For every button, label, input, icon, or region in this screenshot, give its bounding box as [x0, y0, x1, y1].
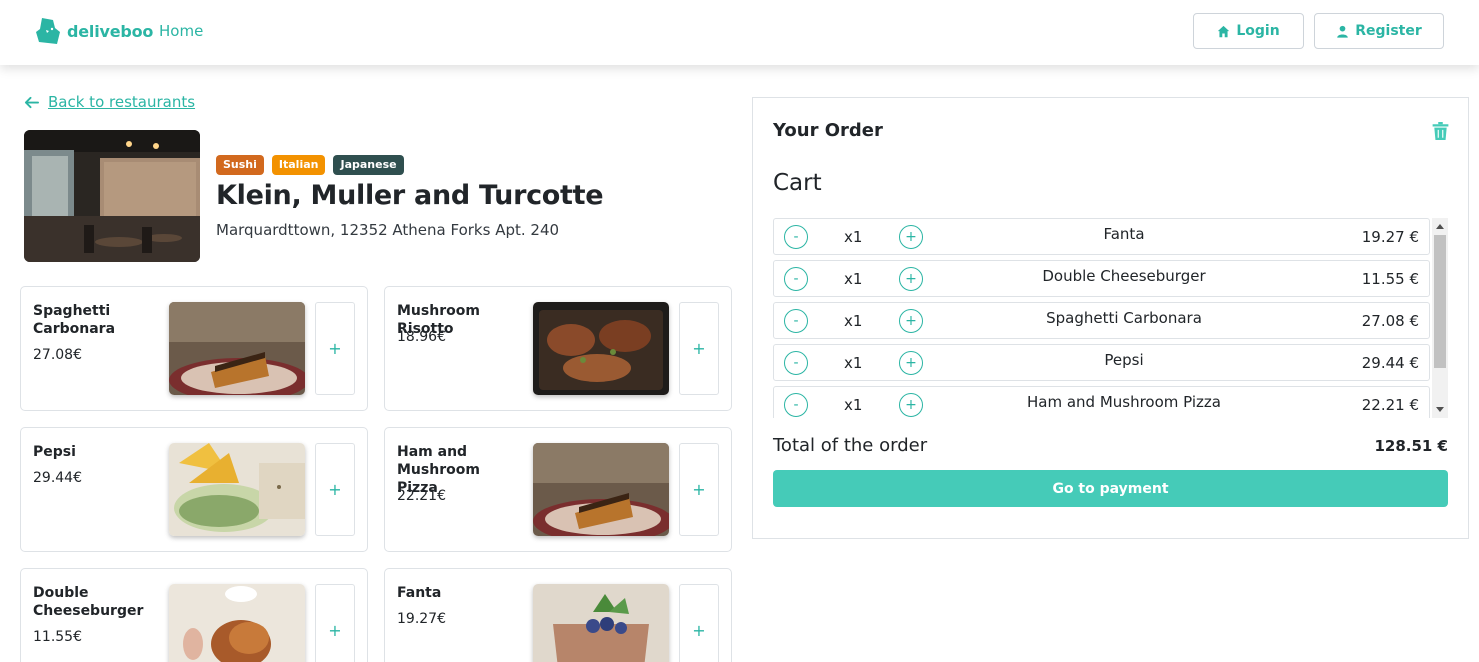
menu-item-price: 19.27€	[397, 611, 446, 627]
item-quantity: x1	[844, 354, 863, 372]
menu-item-name: Fanta	[397, 585, 442, 601]
cart-item-price: 27.08 €	[1361, 312, 1419, 330]
menu-item-photo	[169, 443, 305, 536]
go-to-payment-button[interactable]: Go to payment	[773, 470, 1448, 507]
kangaroo-logo-icon	[36, 18, 60, 44]
menu-item-price: 27.08€	[33, 347, 82, 363]
back-link-label: Back to restaurants	[48, 93, 196, 111]
restaurant-photo	[24, 130, 200, 262]
back-to-restaurants-link[interactable]: Back to restaurants	[24, 93, 195, 111]
top-navbar: deliveboo Home Login Register	[0, 0, 1479, 65]
menu-item-price: 29.44€	[33, 470, 82, 486]
order-total-label: Total of the order	[773, 435, 928, 456]
trash-icon[interactable]	[1432, 122, 1449, 140]
cart-item-price: 11.55 €	[1361, 270, 1419, 288]
cart-item-price: 22.21 €	[1361, 396, 1419, 414]
cart-item: - x1 + Spaghetti Carbonara 27.08 €	[773, 302, 1430, 339]
add-to-cart-button[interactable]: +	[679, 443, 719, 536]
menu-item-name: Spaghetti Carbonara	[33, 303, 116, 337]
cart-item: - x1 + Ham and Mushroom Pizza 22.21 €	[773, 386, 1430, 418]
scrollbar-thumb[interactable]	[1434, 235, 1446, 368]
menu-item-photo	[533, 584, 669, 662]
decrease-quantity-button[interactable]: -	[784, 351, 808, 375]
item-quantity: x1	[844, 396, 863, 414]
register-button[interactable]: Register	[1314, 13, 1444, 49]
cart-item-name: Double Cheeseburger	[1042, 267, 1206, 285]
add-to-cart-button[interactable]: +	[315, 302, 355, 395]
restaurant-name: Klein, Muller and Turcotte	[216, 180, 604, 211]
menu-item-photo	[169, 584, 305, 662]
order-title: Your Order	[773, 120, 883, 141]
decrease-quantity-button[interactable]: -	[784, 393, 808, 417]
increase-quantity-button[interactable]: +	[899, 393, 923, 417]
increase-quantity-button[interactable]: +	[899, 309, 923, 333]
cart-item-name: Pepsi	[1104, 351, 1144, 369]
menu-item-card: Mushroom Risotto 18.96€ +	[384, 286, 732, 411]
menu-item-name: Pepsi	[33, 444, 76, 460]
cart-item-price: 29.44 €	[1361, 354, 1419, 372]
item-quantity: x1	[844, 228, 863, 246]
register-label: Register	[1355, 23, 1422, 39]
item-quantity: x1	[844, 312, 863, 330]
category-badge: Italian	[271, 155, 326, 175]
scroll-up-arrow-icon[interactable]	[1436, 224, 1444, 229]
add-to-cart-button[interactable]: +	[315, 584, 355, 662]
cart-list[interactable]: - x1 + Fanta 19.27 € - x1 + Double Chees…	[773, 218, 1448, 418]
increase-quantity-button[interactable]: +	[899, 225, 923, 249]
menu-item-photo	[169, 302, 305, 395]
arrow-left-icon	[24, 96, 39, 108]
add-to-cart-button[interactable]: +	[679, 302, 719, 395]
menu-item-card: Double Cheeseburger 11.55€ +	[20, 568, 368, 662]
cart-title: Cart	[773, 170, 822, 196]
cart-item: - x1 + Fanta 19.27 €	[773, 218, 1430, 255]
menu-item-photo	[533, 443, 669, 536]
menu-item-card: Ham and Mushroom Pizza 22.21€ +	[384, 427, 732, 552]
add-to-cart-button[interactable]: +	[679, 584, 719, 662]
brand-logo[interactable]: deliveboo	[36, 18, 153, 44]
increase-quantity-button[interactable]: +	[899, 267, 923, 291]
menu-item-card: Pepsi 29.44€ +	[20, 427, 368, 552]
category-badge: Japanese	[333, 155, 404, 175]
decrease-quantity-button[interactable]: -	[784, 267, 808, 291]
scroll-down-arrow-icon[interactable]	[1436, 407, 1444, 412]
item-quantity: x1	[844, 270, 863, 288]
menu-item-name: Double Cheeseburger	[33, 585, 144, 619]
cart-item-name: Spaghetti Carbonara	[1046, 309, 1202, 327]
cart-item: - x1 + Double Cheeseburger 11.55 €	[773, 260, 1430, 297]
decrease-quantity-button[interactable]: -	[784, 225, 808, 249]
cart-item-name: Fanta	[1103, 225, 1145, 243]
user-icon	[1337, 25, 1349, 38]
order-total-value: 128.51 €	[1374, 437, 1448, 455]
cart-item-price: 19.27 €	[1361, 228, 1419, 246]
category-badge: Sushi	[216, 155, 264, 175]
login-button[interactable]: Login	[1193, 13, 1304, 49]
cart-item-name: Ham and Mushroom Pizza	[1026, 393, 1221, 411]
decrease-quantity-button[interactable]: -	[784, 309, 808, 333]
home-icon	[1218, 25, 1230, 37]
menu-item-price: 11.55€	[33, 629, 82, 645]
cart-item: - x1 + Pepsi 29.44 €	[773, 344, 1430, 381]
menu-item-price: 22.21€	[397, 488, 446, 504]
nav-home-link[interactable]: Home	[159, 22, 203, 40]
login-label: Login	[1236, 23, 1280, 39]
restaurant-address: Marquardttown, 12352 Athena Forks Apt. 2…	[216, 221, 560, 239]
menu-item-card: Fanta 19.27€ +	[384, 568, 732, 662]
add-to-cart-button[interactable]: +	[315, 443, 355, 536]
order-panel: Your Order Cart - x1 + Fanta 19.27 € - x…	[752, 97, 1469, 539]
cart-scrollbar[interactable]	[1432, 218, 1448, 418]
menu-item-card: Spaghetti Carbonara 27.08€ +	[20, 286, 368, 411]
brand-name: deliveboo	[67, 21, 154, 41]
menu-item-photo	[533, 302, 669, 395]
increase-quantity-button[interactable]: +	[899, 351, 923, 375]
restaurant-categories: Sushi Italian Japanese	[216, 155, 404, 175]
menu-item-price: 18.96€	[397, 329, 446, 345]
